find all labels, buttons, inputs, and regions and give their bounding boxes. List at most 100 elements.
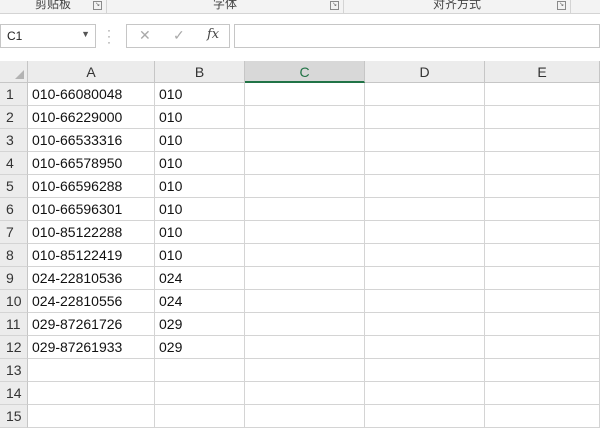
cell-a14[interactable] bbox=[28, 382, 155, 405]
cell-b2[interactable]: 010 bbox=[155, 106, 245, 129]
column-header-d[interactable]: D bbox=[365, 61, 485, 83]
cell-c3[interactable] bbox=[245, 129, 365, 152]
cell-b9[interactable]: 024 bbox=[155, 267, 245, 290]
cell-c4[interactable] bbox=[245, 152, 365, 175]
cell-b10[interactable]: 024 bbox=[155, 290, 245, 313]
cell-b13[interactable] bbox=[155, 359, 245, 382]
cell-e4[interactable] bbox=[485, 152, 600, 175]
cell-d4[interactable] bbox=[365, 152, 485, 175]
cell-a12[interactable]: 029-87261933 bbox=[28, 336, 155, 359]
dialog-launcher-icon[interactable]: ↘ bbox=[557, 1, 566, 10]
cell-d12[interactable] bbox=[365, 336, 485, 359]
cell-e5[interactable] bbox=[485, 175, 600, 198]
cell-d8[interactable] bbox=[365, 244, 485, 267]
cell-a2[interactable]: 010-66229000 bbox=[28, 106, 155, 129]
cell-c6[interactable] bbox=[245, 198, 365, 221]
cell-c12[interactable] bbox=[245, 336, 365, 359]
name-box[interactable]: C1 ▼ bbox=[0, 24, 96, 48]
row-header[interactable]: 8 bbox=[0, 244, 28, 267]
formula-input[interactable] bbox=[234, 24, 600, 48]
cell-a13[interactable] bbox=[28, 359, 155, 382]
cell-b6[interactable]: 010 bbox=[155, 198, 245, 221]
cancel-icon[interactable]: ✕ bbox=[139, 27, 151, 44]
cell-d11[interactable] bbox=[365, 313, 485, 336]
cell-d2[interactable] bbox=[365, 106, 485, 129]
cell-d5[interactable] bbox=[365, 175, 485, 198]
cell-a7[interactable]: 010-85122288 bbox=[28, 221, 155, 244]
cell-c11[interactable] bbox=[245, 313, 365, 336]
enter-icon[interactable]: ✓ bbox=[173, 27, 185, 44]
cell-e1[interactable] bbox=[485, 83, 600, 106]
cell-e9[interactable] bbox=[485, 267, 600, 290]
dialog-launcher-icon[interactable]: ↘ bbox=[93, 1, 102, 10]
dialog-launcher-icon[interactable]: ↘ bbox=[330, 1, 339, 10]
cell-e15[interactable] bbox=[485, 405, 600, 428]
row-header[interactable]: 3 bbox=[0, 129, 28, 152]
cell-d14[interactable] bbox=[365, 382, 485, 405]
cell-c15[interactable] bbox=[245, 405, 365, 428]
cell-a1[interactable]: 010-66080048 bbox=[28, 83, 155, 106]
column-header-a[interactable]: A bbox=[28, 61, 155, 83]
cell-b14[interactable] bbox=[155, 382, 245, 405]
row-header[interactable]: 4 bbox=[0, 152, 28, 175]
cell-e7[interactable] bbox=[485, 221, 600, 244]
row-header[interactable]: 11 bbox=[0, 313, 28, 336]
cell-e12[interactable] bbox=[485, 336, 600, 359]
cell-d6[interactable] bbox=[365, 198, 485, 221]
cell-b5[interactable]: 010 bbox=[155, 175, 245, 198]
row-header[interactable]: 9 bbox=[0, 267, 28, 290]
cell-d9[interactable] bbox=[365, 267, 485, 290]
cell-d15[interactable] bbox=[365, 405, 485, 428]
row-header[interactable]: 10 bbox=[0, 290, 28, 313]
cell-c7[interactable] bbox=[245, 221, 365, 244]
cell-a3[interactable]: 010-66533316 bbox=[28, 129, 155, 152]
cell-a8[interactable]: 010-85122419 bbox=[28, 244, 155, 267]
cell-a6[interactable]: 010-66596301 bbox=[28, 198, 155, 221]
cell-c14[interactable] bbox=[245, 382, 365, 405]
select-all-button[interactable] bbox=[0, 61, 28, 83]
cell-c9[interactable] bbox=[245, 267, 365, 290]
cell-c10[interactable] bbox=[245, 290, 365, 313]
row-header[interactable]: 13 bbox=[0, 359, 28, 382]
cell-a9[interactable]: 024-22810536 bbox=[28, 267, 155, 290]
row-header[interactable]: 6 bbox=[0, 198, 28, 221]
column-header-b[interactable]: B bbox=[155, 61, 245, 83]
cell-a11[interactable]: 029-87261726 bbox=[28, 313, 155, 336]
row-header[interactable]: 2 bbox=[0, 106, 28, 129]
cell-b1[interactable]: 010 bbox=[155, 83, 245, 106]
cell-b12[interactable]: 029 bbox=[155, 336, 245, 359]
cell-d13[interactable] bbox=[365, 359, 485, 382]
cell-e11[interactable] bbox=[485, 313, 600, 336]
column-header-e[interactable]: E bbox=[485, 61, 600, 83]
cell-c2[interactable] bbox=[245, 106, 365, 129]
grip-dots-icon[interactable]: · · · bbox=[106, 24, 112, 48]
cell-e10[interactable] bbox=[485, 290, 600, 313]
insert-function-icon[interactable]: fx bbox=[207, 27, 219, 42]
cell-b15[interactable] bbox=[155, 405, 245, 428]
cell-a10[interactable]: 024-22810556 bbox=[28, 290, 155, 313]
cell-e8[interactable] bbox=[485, 244, 600, 267]
cell-e3[interactable] bbox=[485, 129, 600, 152]
cell-b3[interactable]: 010 bbox=[155, 129, 245, 152]
cell-a15[interactable] bbox=[28, 405, 155, 428]
row-header[interactable]: 7 bbox=[0, 221, 28, 244]
cell-d1[interactable] bbox=[365, 83, 485, 106]
cell-e13[interactable] bbox=[485, 359, 600, 382]
row-header[interactable]: 15 bbox=[0, 405, 28, 428]
row-header[interactable]: 12 bbox=[0, 336, 28, 359]
cell-c8[interactable] bbox=[245, 244, 365, 267]
cell-e14[interactable] bbox=[485, 382, 600, 405]
cell-a4[interactable]: 010-66578950 bbox=[28, 152, 155, 175]
cell-b8[interactable]: 010 bbox=[155, 244, 245, 267]
chevron-down-icon[interactable]: ▼ bbox=[81, 29, 90, 39]
cell-c1[interactable] bbox=[245, 83, 365, 106]
cell-d7[interactable] bbox=[365, 221, 485, 244]
cell-d10[interactable] bbox=[365, 290, 485, 313]
cell-d3[interactable] bbox=[365, 129, 485, 152]
cell-a5[interactable]: 010-66596288 bbox=[28, 175, 155, 198]
cell-b11[interactable]: 029 bbox=[155, 313, 245, 336]
cell-c13[interactable] bbox=[245, 359, 365, 382]
column-header-c[interactable]: C bbox=[245, 61, 365, 83]
row-header[interactable]: 1 bbox=[0, 83, 28, 106]
row-header[interactable]: 5 bbox=[0, 175, 28, 198]
